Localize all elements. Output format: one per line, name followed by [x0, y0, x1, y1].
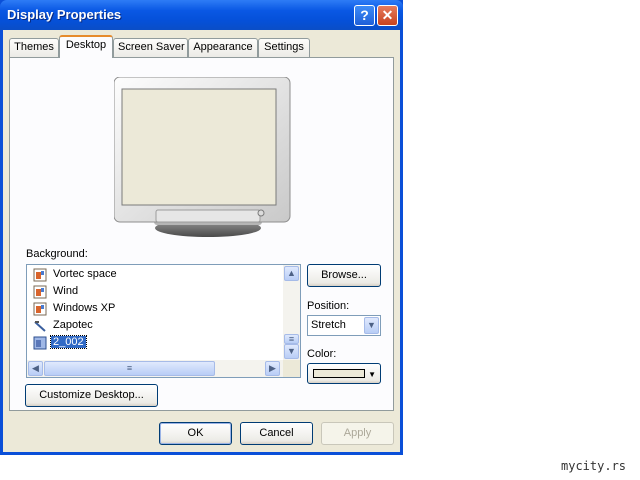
- color-picker-button[interactable]: ▼: [307, 363, 381, 384]
- cancel-button[interactable]: Cancel: [240, 422, 313, 445]
- window-title: Display Properties: [7, 7, 122, 22]
- scroll-left-icon[interactable]: ◀: [28, 361, 43, 376]
- list-item[interactable]: Vortec space: [33, 267, 273, 283]
- title-bar[interactable]: Display Properties ? ✕: [0, 0, 403, 30]
- scroll-thumb[interactable]: ≡: [284, 334, 299, 344]
- scroll-thumb[interactable]: ≡: [44, 361, 215, 376]
- scrollbar-corner: [283, 360, 300, 377]
- image-file-icon: [33, 302, 47, 316]
- tab-appearance[interactable]: Appearance: [188, 38, 258, 57]
- scroll-right-icon[interactable]: ▶: [265, 361, 280, 376]
- chevron-down-icon: ▼: [368, 370, 376, 379]
- position-value: Stretch: [311, 319, 346, 331]
- list-item[interactable]: Windows XP: [33, 301, 273, 317]
- tab-screen-saver[interactable]: Screen Saver: [113, 38, 188, 57]
- list-item[interactable]: Zapotec: [33, 318, 273, 334]
- list-item[interactable]: Wind: [33, 284, 273, 300]
- scroll-up-icon[interactable]: ▲: [284, 266, 299, 281]
- color-label: Color:: [307, 348, 337, 360]
- position-label: Position:: [307, 300, 350, 312]
- monitor-icon: [113, 76, 291, 237]
- horizontal-scrollbar[interactable]: ◀ ≡ ▶: [27, 360, 283, 377]
- customize-desktop-button[interactable]: Customize Desktop...: [25, 384, 158, 407]
- background-label: Background:: [26, 248, 88, 260]
- image-file-icon: [33, 285, 47, 299]
- browse-button[interactable]: Browse...: [307, 264, 381, 287]
- apply-button[interactable]: Apply: [321, 422, 394, 445]
- help-button[interactable]: ?: [354, 5, 375, 26]
- image-file-icon: [33, 319, 47, 333]
- vertical-scrollbar[interactable]: ▲ ≡ ▼: [283, 265, 300, 360]
- tab-settings[interactable]: Settings: [258, 38, 310, 57]
- tab-desktop[interactable]: Desktop: [59, 35, 113, 58]
- close-button[interactable]: ✕: [377, 5, 398, 26]
- background-listbox[interactable]: Vortec space Wind Windows XP Zapotec 2_0…: [26, 264, 301, 378]
- image-file-icon: [33, 336, 47, 350]
- image-file-icon: [33, 268, 47, 282]
- desktop-tab-panel: Background: Vortec space Wind Windows XP…: [9, 57, 394, 411]
- position-dropdown[interactable]: Stretch ▼: [307, 315, 381, 336]
- dialog-client-area: Themes Desktop Screen Saver Appearance S…: [3, 30, 400, 452]
- ok-button[interactable]: OK: [159, 422, 232, 445]
- chevron-down-icon[interactable]: ▼: [364, 317, 379, 334]
- watermark-text: mycity.rs: [561, 459, 627, 473]
- monitor-preview: [113, 76, 295, 240]
- scroll-down-icon[interactable]: ▼: [284, 344, 299, 359]
- list-item[interactable]: 2_002: [33, 335, 273, 351]
- tab-themes[interactable]: Themes: [9, 38, 59, 57]
- display-properties-window: Display Properties ? ✕ Themes Desktop Sc…: [0, 0, 403, 455]
- color-swatch: [313, 369, 365, 378]
